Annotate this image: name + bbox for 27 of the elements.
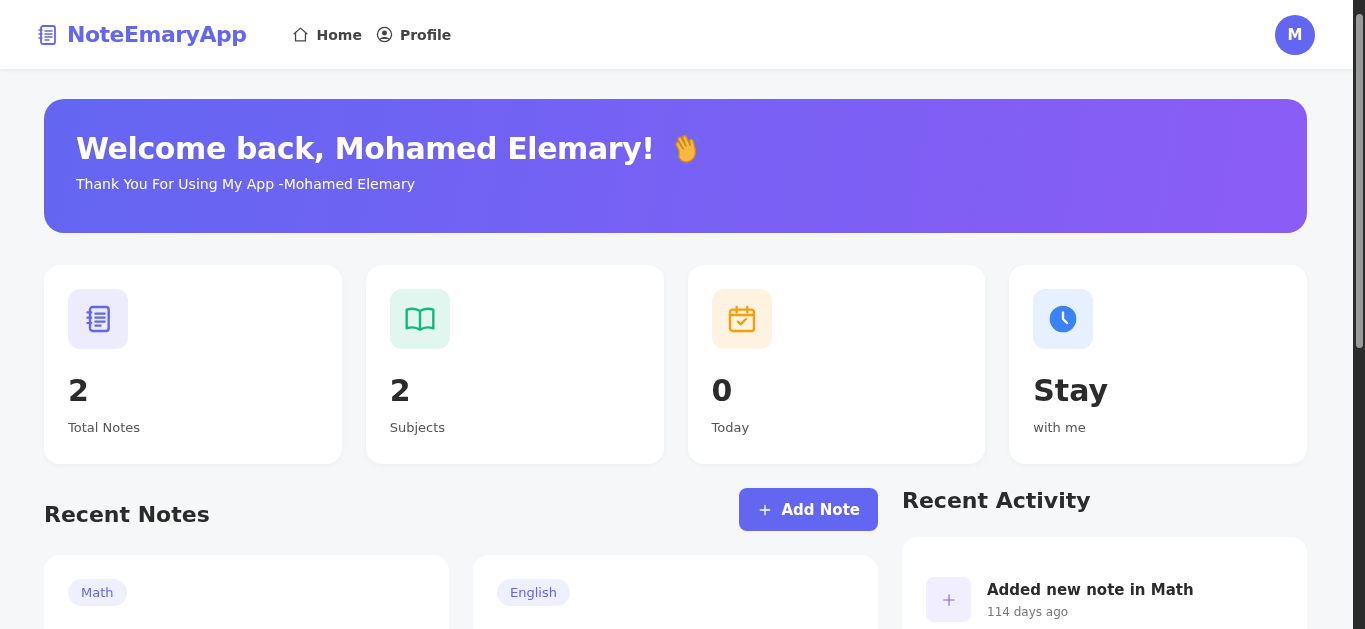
subject-tag: Math (68, 579, 127, 606)
activity-text: Added new note in Math (987, 580, 1194, 599)
scrollbar[interactable] (1353, 0, 1365, 629)
activity-time: 114 days ago (987, 604, 1070, 619)
stat-label: Today (711, 420, 751, 435)
stat-label: Subjects (389, 420, 447, 435)
stat-value: 0 (711, 373, 734, 408)
user-circle-icon (375, 26, 393, 43)
stat-value: 2 (68, 373, 90, 408)
stat-value: 2 (389, 373, 412, 408)
section-title: Recent Activity (902, 488, 1092, 513)
brand-link[interactable]: NoteEmaryApp (35, 22, 247, 47)
avatar[interactable]: M (1275, 14, 1315, 55)
stat-label: with me (1033, 420, 1087, 435)
notebook-icon (35, 22, 59, 47)
nav-link[interactable]: Home (292, 26, 362, 43)
subject-tag: English (497, 579, 570, 606)
nav-link[interactable]: Profile (375, 26, 452, 43)
note-card[interactable]: English (473, 555, 878, 629)
welcome-title: Welcome back, Mohamed Elemary! (76, 131, 655, 166)
home-icon (292, 26, 310, 43)
welcome-subtitle: Thank You For Using My App -Mohamed Elemary (76, 176, 416, 192)
add-note-button[interactable]: Add Note (739, 488, 878, 531)
note-card[interactable]: Math (44, 555, 449, 629)
stat-label: Total Notes (68, 420, 142, 435)
stat-value: Stay (1033, 373, 1110, 408)
section-title: Recent Notes (44, 502, 210, 527)
